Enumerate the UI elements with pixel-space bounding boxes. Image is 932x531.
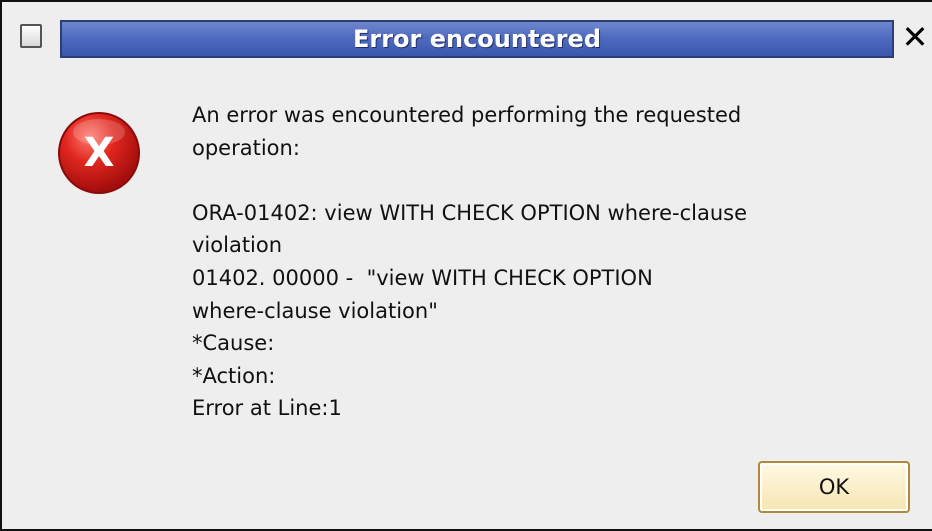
error-dialog: Error encountered ✕ X An error was encou…: [0, 0, 932, 531]
error-icon-glyph: X: [84, 130, 115, 176]
dialog-title: Error encountered: [352, 25, 602, 53]
close-icon[interactable]: ✕: [898, 16, 932, 58]
window-menu-icon[interactable]: [20, 24, 42, 48]
error-icon: X: [56, 110, 142, 196]
ok-button[interactable]: OK: [758, 461, 910, 513]
error-icon-graphic: X: [58, 112, 140, 194]
title-band[interactable]: Error encountered: [60, 20, 894, 58]
error-message: An error was encountered performing the …: [192, 103, 748, 421]
title-bar: Error encountered ✕: [2, 2, 932, 64]
